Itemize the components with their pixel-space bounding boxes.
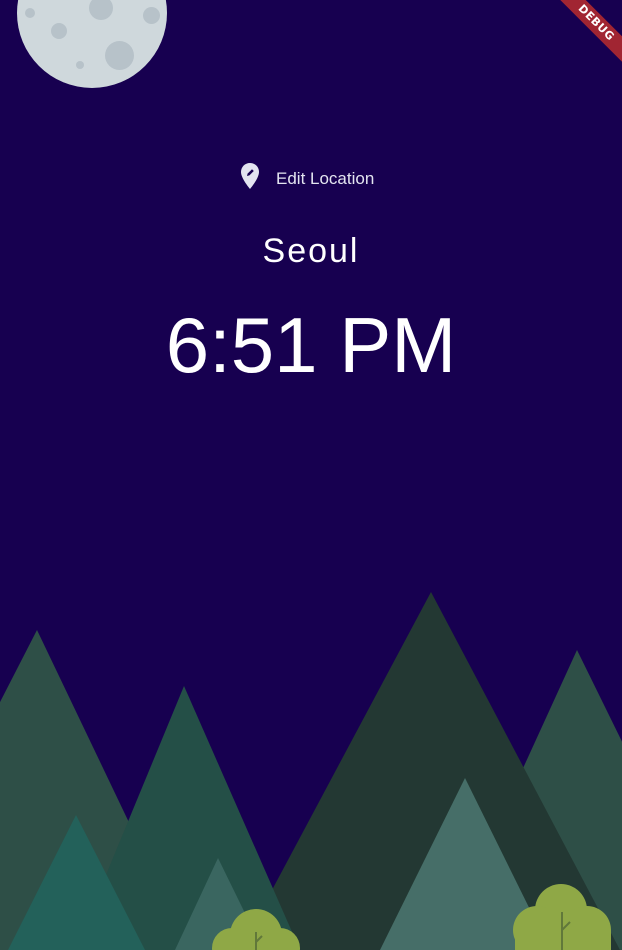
night-scene-screen: DEBUG Edit Location Seoul 6:51 PM [0, 0, 622, 950]
mountain-landscape-illustration [0, 592, 622, 950]
